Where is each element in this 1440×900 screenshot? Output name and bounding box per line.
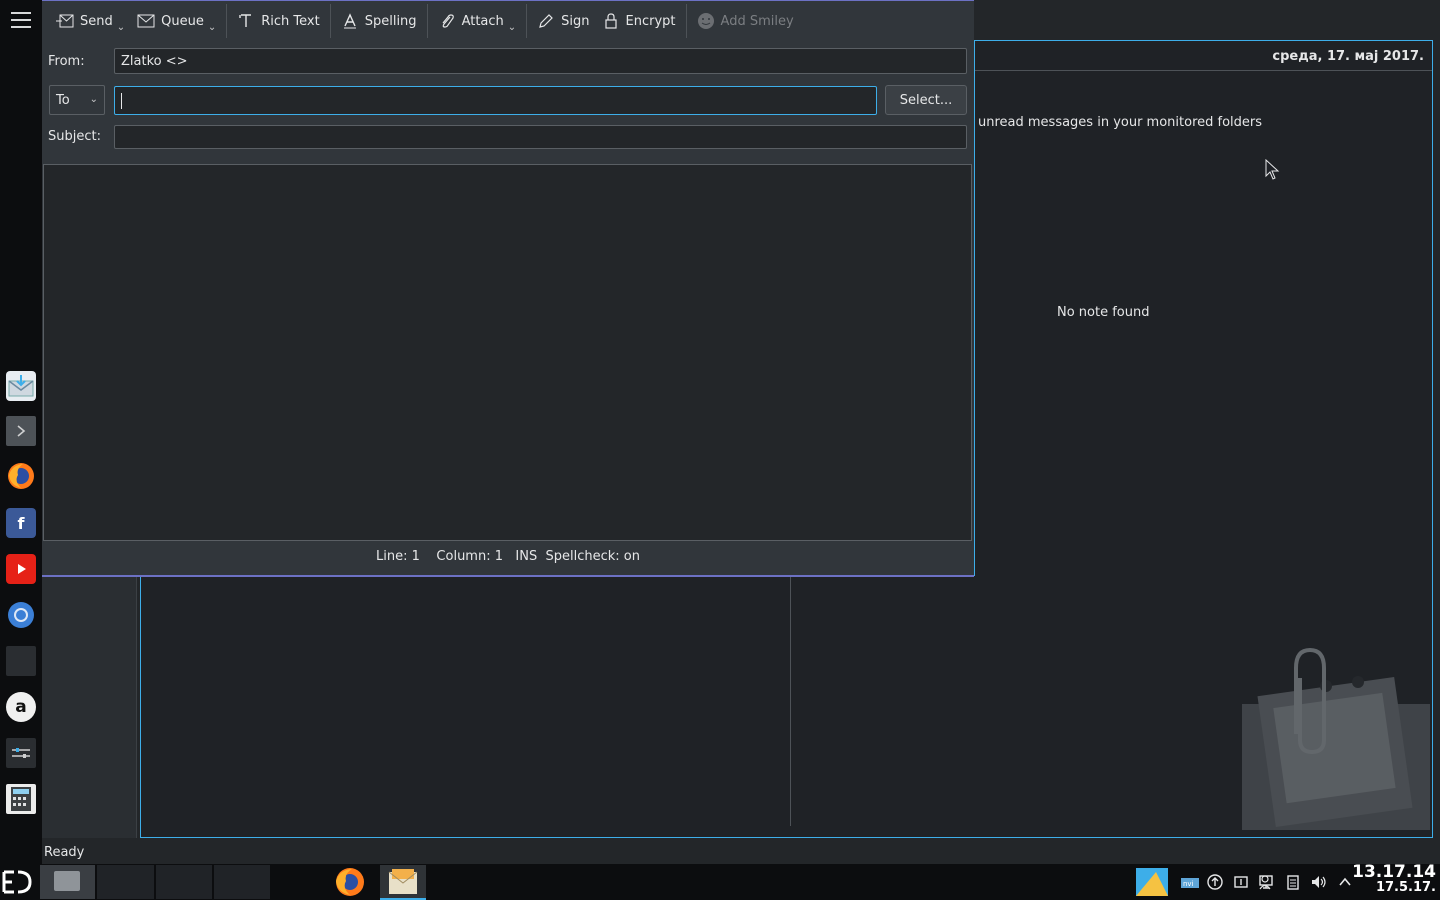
network-tray-icon[interactable]: nvi [1180, 874, 1200, 890]
subject-input[interactable] [114, 125, 967, 149]
folder-pane[interactable] [42, 576, 137, 838]
composer-status-bar: Line: 1 Column: 1 INS Spellcheck: on [42, 549, 974, 564]
volume-tray-icon[interactable] [1311, 874, 1327, 890]
digital-clock[interactable]: 13.17.14 17.5.17. [1352, 864, 1436, 896]
send-label: Send [80, 13, 113, 29]
from-value: Zlatko <> [121, 53, 188, 69]
toolbar-separator [526, 4, 528, 38]
clock-time: 13.17.14 [1352, 862, 1436, 882]
kmail-icon[interactable] [6, 371, 36, 401]
spelling-label: Spelling [364, 13, 417, 29]
clipboard-tray-icon[interactable] [1285, 874, 1301, 890]
header-divider [975, 70, 1432, 71]
user-tray-icon[interactable] [1259, 874, 1275, 890]
terminal-icon[interactable] [6, 416, 36, 446]
date-header: среда, 17. мај 2017. [1272, 49, 1424, 64]
chrome-icon[interactable] [6, 600, 36, 630]
clock-date: 17.5.17. [1375, 880, 1436, 895]
taskbar-firefox-icon[interactable] [333, 866, 367, 898]
status-line: Line: 1 [376, 549, 420, 564]
attach-dropdown-icon[interactable]: ⌄ [508, 22, 516, 33]
send-icon [56, 12, 74, 30]
youtube-icon[interactable] [6, 554, 36, 584]
add-smiley-label: Add Smiley [720, 13, 794, 29]
tray-app-icon[interactable] [1136, 868, 1168, 896]
queue-dropdown-icon[interactable]: ⌄ [208, 22, 216, 33]
sign-label: Sign [561, 13, 590, 29]
encrypt-label: Encrypt [625, 13, 676, 29]
queue-icon [137, 12, 155, 30]
status-ready-text: Ready [44, 845, 85, 860]
from-field[interactable]: Zlatko <> [114, 48, 967, 74]
select-button-label: Select... [899, 92, 953, 108]
kmail-watermark-logo [1242, 648, 1430, 830]
add-smiley-button[interactable]: Add Smiley [691, 5, 800, 37]
summary-panel: среда, 17. мај 2017. unread messages in … [974, 40, 1433, 576]
virtual-desktop-1[interactable] [40, 865, 96, 899]
send-dropdown-icon[interactable]: ⌄ [117, 22, 125, 33]
facebook-icon[interactable]: f [6, 508, 36, 538]
mouse-cursor-icon [1265, 159, 1280, 180]
status-column: Column: 1 [436, 549, 503, 564]
attach-button[interactable]: Attach ⌄ [432, 5, 523, 37]
recipient-type-select[interactable]: To ⌄ [49, 85, 105, 115]
taskbar-kmail-icon[interactable] [380, 865, 426, 900]
subject-label: Subject: [48, 129, 101, 144]
amazon-icon[interactable]: a [6, 692, 36, 722]
firefox-icon[interactable] [6, 461, 36, 491]
lock-icon [602, 12, 620, 30]
status-spellcheck: Spellcheck: on [545, 549, 640, 564]
send-button[interactable]: Send ⌄ [50, 5, 131, 37]
unread-summary: unread messages in your monitored folder… [978, 115, 1263, 130]
application-launcher-icon[interactable] [2, 868, 34, 896]
taskbar: nvi 13.17.14 17.5.17. [0, 864, 1440, 900]
encrypt-button[interactable]: Encrypt [596, 5, 682, 37]
rich-text-label: Rich Text [261, 13, 320, 29]
recipient-input[interactable] [114, 86, 877, 115]
toolbar-separator [226, 4, 228, 38]
sign-button[interactable]: Sign [531, 5, 595, 37]
settings-icon[interactable] [6, 738, 36, 768]
window-thumbnail-icon [54, 871, 80, 891]
smiley-icon [697, 12, 715, 30]
toolbar-separator [685, 4, 687, 38]
blank-app-icon[interactable] [6, 646, 36, 676]
text-cursor [121, 92, 122, 109]
hamburger-menu-icon[interactable] [11, 12, 31, 30]
chevron-up-icon[interactable] [1337, 874, 1353, 890]
application-dock: f a [0, 0, 42, 864]
chevron-down-icon: ⌄ [89, 94, 98, 105]
message-body-editor[interactable] [43, 164, 972, 541]
rich-text-icon [237, 12, 255, 30]
virtual-desktop-3[interactable] [156, 865, 213, 899]
spelling-button[interactable]: Spelling [335, 5, 423, 37]
update-tray-icon[interactable] [1207, 874, 1223, 890]
virtual-desktop-2[interactable] [97, 865, 155, 899]
pane-splitter[interactable] [790, 576, 791, 826]
virtual-desktop-4[interactable] [214, 865, 271, 899]
pen-icon [537, 12, 555, 30]
composer-toolbar: Send ⌄ Queue ⌄ Rich Text Spelling Attach… [42, 1, 974, 41]
paperclip-icon [438, 12, 456, 30]
rich-text-button[interactable]: Rich Text [231, 5, 325, 37]
toolbar-separator [426, 4, 428, 38]
power-tray-icon[interactable] [1233, 874, 1249, 890]
queue-button[interactable]: Queue ⌄ [131, 5, 222, 37]
status-mode: INS [515, 549, 538, 564]
composer-window: Send ⌄ Queue ⌄ Rich Text Spelling Attach… [42, 0, 974, 577]
select-recipients-button[interactable]: Select... [885, 85, 967, 115]
spelling-icon [341, 12, 359, 30]
svg-text:nvi: nvi [1183, 880, 1194, 888]
calculator-icon[interactable] [6, 784, 36, 814]
toolbar-separator [329, 4, 331, 38]
attach-label: Attach [461, 13, 504, 29]
queue-label: Queue [161, 13, 204, 29]
no-note-text: No note found [1057, 305, 1150, 320]
recipient-type-value: To [56, 92, 70, 108]
from-label: From: [48, 54, 85, 69]
